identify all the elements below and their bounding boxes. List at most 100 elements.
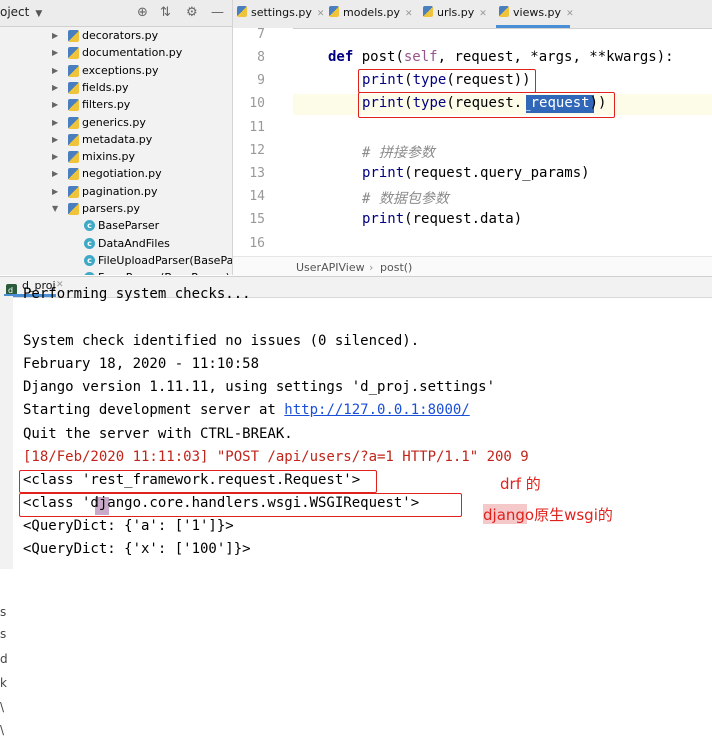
python-file-icon (499, 6, 509, 17)
tab-urls-py[interactable]: urls.py ✕ (423, 6, 487, 19)
toolbar-glyph[interactable]: k (0, 676, 7, 690)
line-number: 7 (257, 27, 265, 42)
line-number: 9 (257, 73, 265, 88)
console-line: February 18, 2020 - 11:10:58 (23, 356, 260, 372)
python-file-icon (329, 6, 339, 17)
code-line-12[interactable]: # 拼接参数 (362, 142, 435, 162)
minimize-icon[interactable]: — (211, 5, 224, 20)
django-icon: d (6, 280, 17, 295)
chevron-right-icon[interactable]: ▶ (52, 135, 58, 144)
line-number: 8 (257, 50, 265, 65)
gear-icon[interactable]: ⚙ (186, 5, 198, 20)
chevron-down-icon[interactable]: ▼ (35, 9, 42, 19)
class-icon: c (84, 254, 95, 266)
code-line-13[interactable]: print(request.query_params) (362, 165, 590, 181)
python-file-icon (68, 116, 79, 129)
breadcrumb: UserAPIView › post() (233, 256, 712, 277)
line-number: 15 (249, 212, 265, 227)
tree-item-label: mixins.py (82, 150, 136, 164)
tree-item-label: decorators.py (82, 29, 159, 42)
console-line: <QueryDict: {'a': ['1']}> (23, 518, 234, 534)
python-file-icon (237, 6, 247, 17)
code-line-15[interactable]: print(request.data) (362, 211, 522, 227)
toolbar-glyph[interactable]: \ (0, 700, 4, 714)
tree-item-label: FormParser(BaseParser) (98, 271, 230, 275)
console-line: <QueryDict: {'x': ['100']}> (23, 541, 251, 557)
annotation-drf-note: drf 的 (500, 475, 541, 493)
chevron-right-icon: › (369, 261, 374, 274)
python-file-icon (68, 30, 79, 42)
breadcrumb-class[interactable]: UserAPIView (296, 261, 365, 274)
line-number: 14 (249, 189, 265, 204)
toolbar-glyph[interactable]: s (0, 627, 6, 641)
annotation-box-django (19, 493, 462, 517)
code-line-8[interactable]: def post(self, request, *args, **kwargs)… (328, 49, 674, 65)
console-line: Starting development server at http://12… (23, 402, 470, 418)
annotation-box-line-10 (358, 92, 615, 118)
chevron-right-icon[interactable]: ▶ (52, 31, 58, 40)
tree-item-label: BaseParser (98, 219, 160, 233)
tree-item-label: pagination.py (82, 184, 158, 198)
line-number: 16 (249, 236, 265, 251)
breadcrumb-method[interactable]: post() (380, 261, 412, 274)
tree-item-label: documentation.py (82, 46, 183, 60)
collapse-icon[interactable]: ⇅ (160, 5, 171, 20)
tree-item-label: DataAndFiles (98, 236, 170, 250)
tab-settings-py[interactable]: settings.py ✕ (237, 6, 324, 19)
python-file-icon (68, 151, 79, 164)
chevron-right-icon[interactable]: ▶ (52, 100, 58, 109)
python-file-icon (68, 81, 79, 94)
tree-item-label: filters.py (82, 98, 131, 112)
chevron-right-icon[interactable]: ▶ (52, 169, 58, 178)
close-icon[interactable]: ✕ (479, 9, 487, 19)
annotation-box-line-9 (358, 69, 536, 93)
console-line: Quit the server with CTRL-BREAK. (23, 426, 293, 442)
line-number: 13 (249, 166, 265, 181)
python-file-icon (68, 203, 79, 215)
class-icon: c (84, 220, 95, 232)
toolbar-glyph[interactable]: s (0, 605, 6, 619)
toolbar-glyph[interactable]: d (0, 652, 8, 666)
chevron-right-icon[interactable]: ▶ (52, 48, 58, 57)
project-panel-header: oject ▼ ⊕ ⇅ ⚙ — (0, 0, 232, 27)
chevron-down-icon[interactable]: ▼ (52, 204, 58, 213)
chevron-right-icon[interactable]: ▶ (52, 66, 58, 75)
console-line: System check identified no issues (0 sil… (23, 333, 420, 349)
console-line-request-log: [18/Feb/2020 11:11:03] "POST /api/users/… (23, 449, 529, 465)
close-icon[interactable]: ✕ (317, 9, 325, 19)
close-icon[interactable]: ✕ (566, 9, 574, 19)
python-file-icon (68, 64, 79, 77)
close-icon[interactable]: ✕ (405, 9, 413, 19)
python-file-icon (68, 99, 79, 112)
run-toolbar: s s d k \ \ (0, 296, 13, 737)
annotation-box-drf (19, 470, 377, 493)
toolbar-glyph[interactable]: \ (0, 723, 4, 737)
line-number: 12 (249, 143, 265, 158)
project-panel-title[interactable]: oject ▼ (0, 5, 42, 19)
active-tab-indicator (496, 25, 570, 28)
console-line: Django version 1.11.11, using settings '… (23, 379, 496, 395)
chevron-right-icon[interactable]: ▶ (52, 83, 58, 92)
project-panel: oject ▼ ⊕ ⇅ ⚙ — ▶ decorators.py ▶ documentat… (0, 0, 233, 275)
tree-item-label: FileUploadParser(BaseParser) (98, 253, 233, 267)
console-line: Performing system checks... (23, 286, 251, 302)
tree-item-label: generics.py (82, 115, 146, 129)
annotation-django-note: django原生wsgi的 (483, 506, 613, 524)
python-file-icon (423, 6, 433, 17)
editor-tab-bar: settings.py ✕ models.py ✕ urls.py ✕ views.p… (233, 0, 712, 29)
chevron-right-icon[interactable]: ▶ (52, 118, 58, 127)
target-icon[interactable]: ⊕ (137, 5, 148, 20)
tree-item-label: metadata.py (82, 132, 153, 146)
tree-item-label: parsers.py (82, 202, 140, 215)
tree-item-label: negotiation.py (82, 167, 162, 181)
code-line-14[interactable]: # 数据包参数 (362, 188, 449, 208)
chevron-right-icon[interactable]: ▶ (52, 152, 58, 161)
tab-views-py[interactable]: views.py ✕ (499, 6, 574, 19)
tree-item-label: exceptions.py (82, 63, 159, 77)
tab-models-py[interactable]: models.py ✕ (329, 6, 413, 19)
tree-item-label: fields.py (82, 80, 129, 94)
line-number: 11 (249, 120, 265, 135)
python-file-icon (68, 47, 79, 60)
chevron-right-icon[interactable]: ▶ (52, 187, 58, 196)
server-url-link[interactable]: http://127.0.0.1:8000/ (284, 402, 469, 418)
